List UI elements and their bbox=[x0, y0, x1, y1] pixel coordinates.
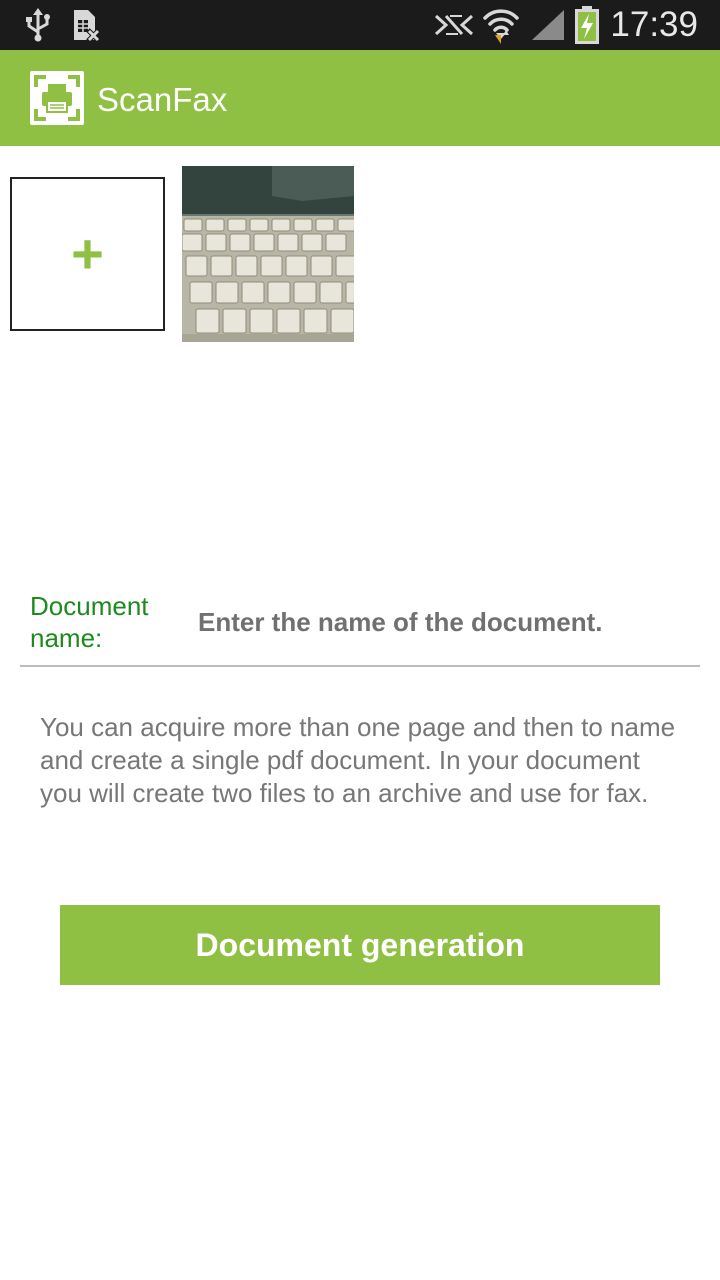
page-thumbnail[interactable] bbox=[182, 166, 354, 342]
keyboard-photo bbox=[182, 166, 354, 342]
signal-icon bbox=[530, 8, 566, 42]
plus-icon: + bbox=[71, 222, 104, 285]
usb-icon bbox=[22, 8, 54, 42]
app-title: ScanFax bbox=[97, 81, 228, 118]
document-generation-button[interactable]: Document generation bbox=[60, 905, 660, 985]
document-name-label: Document name: bbox=[30, 591, 149, 653]
battery-charging-icon bbox=[574, 6, 600, 44]
instructions-text: You can acquire more than one page and t… bbox=[40, 712, 676, 808]
document-name-input[interactable] bbox=[198, 600, 688, 644]
status-bar: 17:39 bbox=[0, 0, 720, 50]
input-underline bbox=[20, 665, 700, 667]
scanner-printer-icon[interactable] bbox=[30, 71, 84, 125]
add-page-button[interactable]: + bbox=[10, 177, 165, 331]
sim-card-error-icon bbox=[70, 8, 102, 42]
wifi-icon bbox=[482, 8, 520, 44]
clock: 17:39 bbox=[610, 5, 698, 44]
nfc-muted-icon bbox=[432, 8, 476, 42]
app-bar: ScanFax bbox=[0, 50, 720, 146]
